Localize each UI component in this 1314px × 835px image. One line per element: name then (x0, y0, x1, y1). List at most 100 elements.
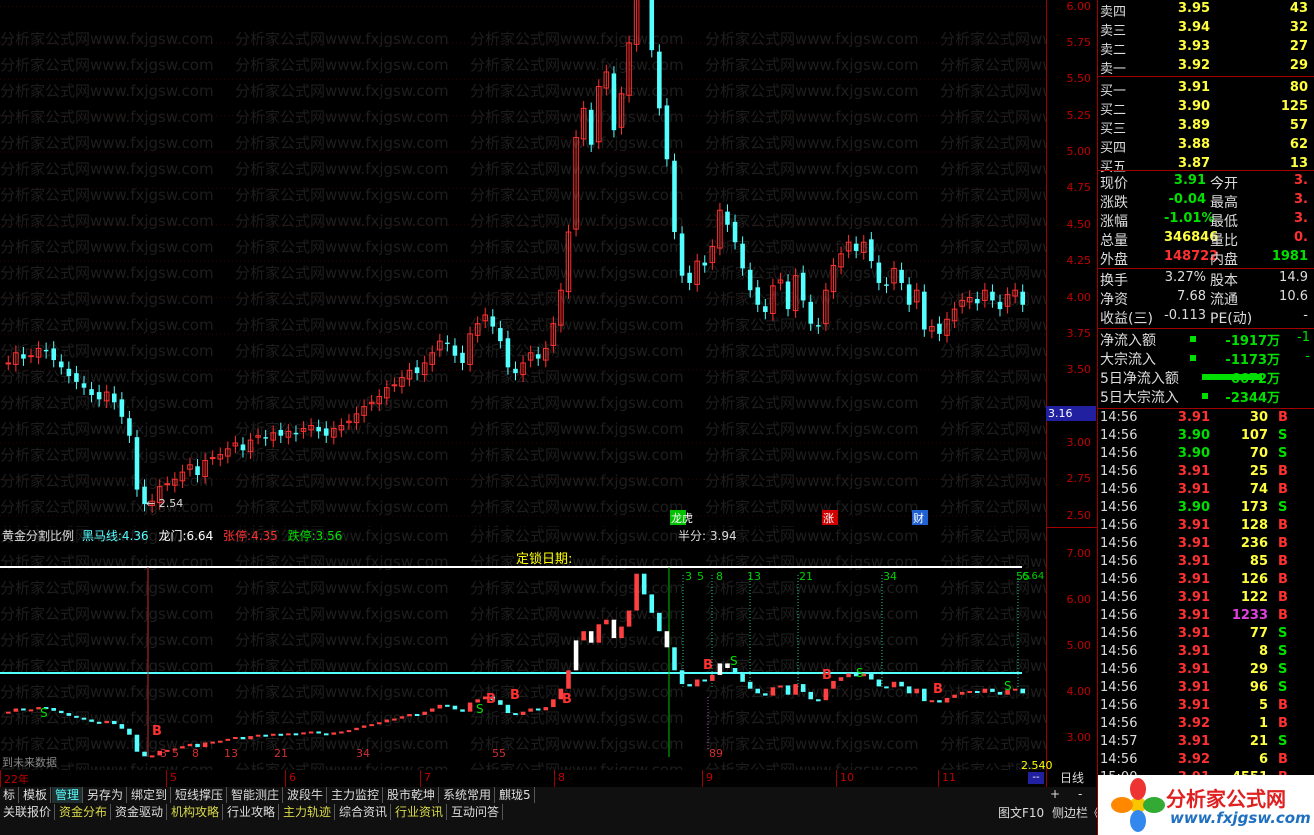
tab-11[interactable]: 麒珑5 (496, 787, 535, 803)
watermark-text: 分析家公式网www.fxjgsw.com (705, 108, 919, 126)
tab-9[interactable]: 股市乾坤 (384, 787, 440, 803)
tab-4[interactable]: 绑定到 (128, 787, 172, 803)
period-label[interactable]: 日线 (1046, 770, 1097, 787)
logo-flower-icon (1111, 778, 1165, 832)
fundamental-row: 收益(三) -0.113 PE(动) - (1098, 308, 1314, 327)
indicator-bar (694, 679, 700, 687)
indicator-bar (566, 670, 571, 689)
fib-number-bottom: 89 (709, 747, 723, 760)
candle-body-down (263, 437, 268, 439)
watermark-text: 分析家公式网www.fxjgsw.com (235, 134, 449, 152)
tick-price: 3.91 (1177, 608, 1210, 623)
indicator-bar (134, 734, 140, 752)
tab-5[interactable]: 短线撑压 (172, 787, 228, 803)
indicator-bar (233, 737, 238, 739)
candle-body-down (490, 316, 496, 327)
tab2-1[interactable]: 资金分布 (56, 804, 112, 820)
f10-button[interactable]: 图文F10 (998, 806, 1044, 820)
period-scroll[interactable]: -- (1028, 772, 1044, 784)
indicator-bar (142, 751, 147, 757)
fib-number-bottom: 21 (274, 747, 288, 760)
tab2-8[interactable]: 互动问答 (448, 804, 504, 820)
price-axis-label: 5.75 (1066, 35, 1092, 49)
indicator-bar (28, 709, 34, 712)
indicator-bar (81, 717, 87, 720)
watermark-text: 分析家公式网www.fxjgsw.com (705, 186, 919, 204)
indicator-bar (687, 684, 692, 687)
tab-0[interactable]: 标 (0, 787, 20, 803)
tab2-6[interactable]: 综合资讯 (336, 804, 392, 820)
tick-row: 14:56 3.90 107 S (1098, 428, 1314, 446)
time-axis-tick (0, 770, 1, 787)
sidebar-toggle-button[interactable]: 侧边栏《 (1052, 806, 1100, 820)
add-tab-button[interactable]: + (1050, 787, 1060, 801)
candle-body-down (997, 301, 1003, 310)
quote-value: 3.91 (1173, 173, 1206, 188)
watermark-text: 分析家公式网www.fxjgsw.com (0, 709, 214, 727)
tab-2[interactable]: 管理 (52, 787, 84, 803)
order-label: 买三 (1100, 122, 1127, 137)
tab-10[interactable]: 系统常用 (440, 787, 496, 803)
quote-row: 外盘 148722 内盘 1981 (1098, 249, 1314, 268)
indicator-bar (74, 715, 79, 718)
indicator-bar (407, 714, 412, 717)
tab-7[interactable]: 波段牛 (284, 787, 328, 803)
tab2-5[interactable]: 主力轨迹 (280, 804, 336, 820)
indicator-bar (422, 711, 427, 715)
indicator-bar (1020, 688, 1025, 694)
tick-volume: 236 (1240, 536, 1268, 551)
indicator-bar (248, 736, 253, 740)
candle-body-down (740, 243, 745, 269)
indicator-bar (414, 714, 420, 716)
tab2-7[interactable]: 行业资讯 (392, 804, 448, 820)
order-price: 3.91 (1178, 80, 1211, 95)
candle-body-down (127, 418, 132, 436)
indicator-bar (664, 631, 670, 648)
watermark-text: 分析家公式网www.fxjgsw.com (470, 579, 684, 597)
tab2-4[interactable]: 行业攻略 (224, 804, 280, 820)
tick-time: 14:56 (1100, 518, 1138, 533)
order-book-row: 买三 3.89 57 (1098, 117, 1314, 137)
tab-3[interactable]: 另存为 (84, 787, 128, 803)
remove-tab-button[interactable]: - (1078, 787, 1082, 801)
fib-number-top: 34 (883, 570, 897, 583)
tab-8[interactable]: 主力监控 (328, 787, 384, 803)
order-book-row: 卖三 3.94 32 (1098, 19, 1314, 39)
tick-volume: 128 (1240, 518, 1268, 533)
candle-body-down (649, 0, 655, 51)
watermark-text: 分析家公式网www.fxjgsw.com (235, 498, 449, 516)
tick-direction: S (1278, 446, 1288, 461)
tab2-0[interactable]: 关联报价 (0, 804, 56, 820)
tick-volume: 77 (1249, 626, 1268, 641)
tick-direction: B (1278, 590, 1288, 605)
buy-signal: B (703, 658, 713, 673)
price-axis-label: 4.75 (1066, 181, 1092, 195)
quote-label-2: 最低 (1210, 214, 1238, 230)
quote-value-2: 3. (1294, 211, 1308, 226)
indicator-bar (384, 719, 390, 723)
kline-svg[interactable]: 分析家公式网www.fxjgsw.com 分析家公式网www.fxjgsw.com… (0, 0, 1154, 542)
tab-1[interactable]: 模板 (20, 787, 52, 803)
indicator-bar (747, 681, 753, 689)
candle-body-down (323, 428, 329, 436)
tab-6[interactable]: 智能测庄 (228, 787, 284, 803)
tab2-3[interactable]: 机构攻略 (168, 804, 224, 820)
indicator-bar (376, 722, 382, 725)
tick-row: 14:56 3.91 236 B (1098, 536, 1314, 554)
tab2-2[interactable]: 资金驱动 (112, 804, 168, 820)
indicator-bar (641, 573, 647, 595)
sell-signal: S (856, 666, 864, 680)
kline-main-chart[interactable]: 分析家公式网www.fxjgsw.com 分析家公式网www.fxjgsw.com… (0, 0, 1154, 542)
candle-body-down (498, 328, 503, 342)
order-book-row: 卖二 3.93 27 (1098, 38, 1314, 58)
indicator-chart[interactable]: 分析家公式网www.fxjgsw.com 分析家公式网www.fxjgsw.com… (0, 527, 1154, 779)
time-axis-tick (420, 770, 421, 787)
watermark-text: 分析家公式网www.fxjgsw.com (0, 30, 214, 48)
watermark-text: 分析家公式网www.fxjgsw.com (235, 472, 449, 490)
candle-body-down (240, 444, 246, 451)
indicator-bar (588, 631, 594, 643)
indicator-axis-label: 7.00 (1066, 547, 1092, 560)
time-axis-label: 11 (942, 771, 956, 784)
watermark-text: 分析家公式网www.fxjgsw.com (705, 420, 919, 438)
candle-body-down (990, 291, 995, 301)
